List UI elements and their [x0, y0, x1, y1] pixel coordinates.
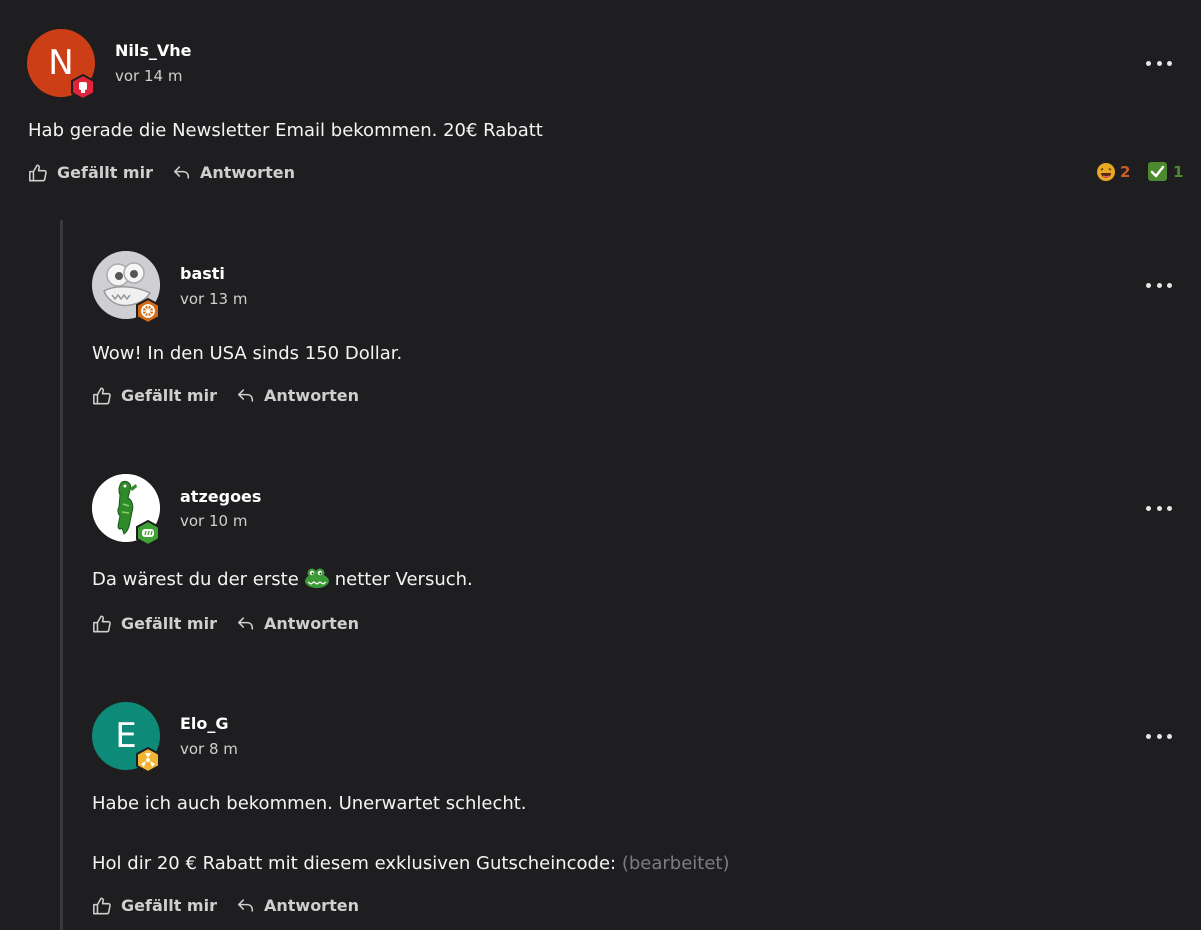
- rank-badge-icon: [135, 520, 161, 546]
- comment-text: Wow! In den USA sinds 150 Dollar.: [92, 343, 403, 364]
- more-options-icon[interactable]: [1146, 55, 1172, 71]
- reply-arrow-icon: [173, 165, 191, 180]
- comment-text: Hab gerade die Newsletter Email bekommen…: [28, 120, 543, 141]
- like-button[interactable]: Gefällt mir: [28, 163, 153, 182]
- thread-line: [60, 220, 63, 930]
- thumbs-up-icon: [92, 386, 112, 405]
- comment-text-line2: Hol dir 20 € Rabatt mit diesem exklusive…: [92, 853, 730, 874]
- like-button[interactable]: Gefällt mir: [92, 386, 217, 405]
- reply-button[interactable]: Antworten: [237, 896, 359, 915]
- reaction-check[interactable]: 1: [1148, 162, 1183, 181]
- reply-arrow-icon: [237, 388, 255, 403]
- thumbs-up-icon: [28, 163, 48, 182]
- laughing-face-icon: [1097, 163, 1115, 181]
- more-options-icon[interactable]: [1146, 728, 1172, 744]
- comment-text: Habe ich auch bekommen. Unerwartet schle…: [92, 793, 527, 814]
- check-mark-icon: [1148, 162, 1167, 181]
- rank-badge-icon: [135, 747, 161, 773]
- rank-badge-icon: [70, 74, 96, 100]
- edited-label: (bearbeitet): [621, 853, 730, 874]
- username[interactable]: basti: [180, 264, 225, 283]
- username[interactable]: Nils_Vhe: [115, 41, 192, 60]
- reply-button[interactable]: Antworten: [173, 163, 295, 182]
- timestamp[interactable]: vor 13 m: [180, 290, 247, 308]
- timestamp[interactable]: vor 14 m: [115, 67, 182, 85]
- comment-text: Da wärest du der erste netter Versuch.: [92, 566, 473, 590]
- reaction-laugh[interactable]: 2: [1096, 162, 1130, 182]
- reply-arrow-icon: [237, 616, 255, 631]
- username[interactable]: Elo_G: [180, 714, 229, 733]
- reply-button[interactable]: Antworten: [237, 386, 359, 405]
- reply-arrow-icon: [237, 898, 255, 913]
- timestamp[interactable]: vor 8 m: [180, 740, 238, 758]
- more-options-icon[interactable]: [1146, 277, 1172, 293]
- like-button[interactable]: Gefällt mir: [92, 896, 217, 915]
- reply-button[interactable]: Antworten: [237, 614, 359, 633]
- thumbs-up-icon: [92, 614, 112, 633]
- username[interactable]: atzegoes: [180, 487, 261, 506]
- timestamp[interactable]: vor 10 m: [180, 512, 247, 530]
- like-button[interactable]: Gefällt mir: [92, 614, 217, 633]
- rank-badge-icon: [135, 298, 161, 324]
- crocodile-emoji-icon: [304, 568, 329, 588]
- more-options-icon[interactable]: [1146, 500, 1172, 516]
- thumbs-up-icon: [92, 896, 112, 915]
